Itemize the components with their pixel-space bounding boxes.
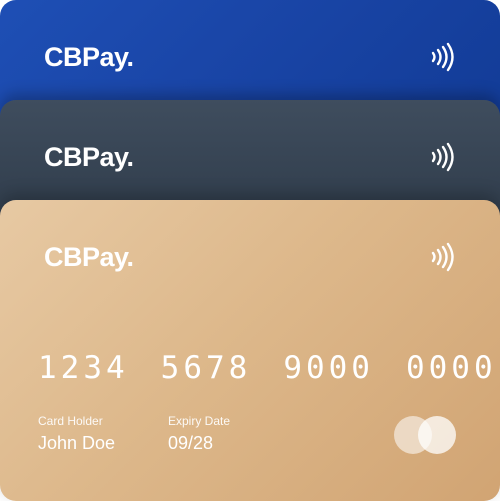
expiry-date-value: 09/28 bbox=[168, 433, 214, 453]
expiry-date-label: Expiry Date bbox=[168, 414, 231, 428]
expiry-date-field: Expiry Date 09/28 bbox=[168, 414, 230, 454]
card-number-group: 9000 bbox=[283, 350, 374, 386]
contactless-icon bbox=[431, 42, 454, 72]
card-brand-logo: CBPay. bbox=[44, 42, 134, 72]
contactless-icon bbox=[431, 242, 454, 272]
card-holder-label: Card Holder bbox=[38, 414, 103, 428]
card-number-group: 5678 bbox=[160, 350, 252, 386]
mastercard-icon bbox=[394, 416, 456, 454]
card-gold[interactable]: CBPay. 1234 5678 9000 0000 Card Holder J… bbox=[0, 200, 500, 501]
contactless-icon bbox=[431, 142, 454, 172]
card-holder-name: John Doe bbox=[38, 433, 116, 453]
card-brand-logo: CBPay. bbox=[44, 242, 134, 272]
mastercard-right-circle bbox=[418, 416, 456, 454]
card-number-group: 0000 bbox=[405, 350, 497, 386]
card-brand-logo: CBPay. bbox=[44, 142, 134, 172]
card-holder-field: Card Holder John Doe bbox=[38, 414, 115, 454]
card-number: 1234 5678 9000 0000 bbox=[38, 350, 497, 386]
card-number-group: 1234 bbox=[38, 350, 129, 386]
